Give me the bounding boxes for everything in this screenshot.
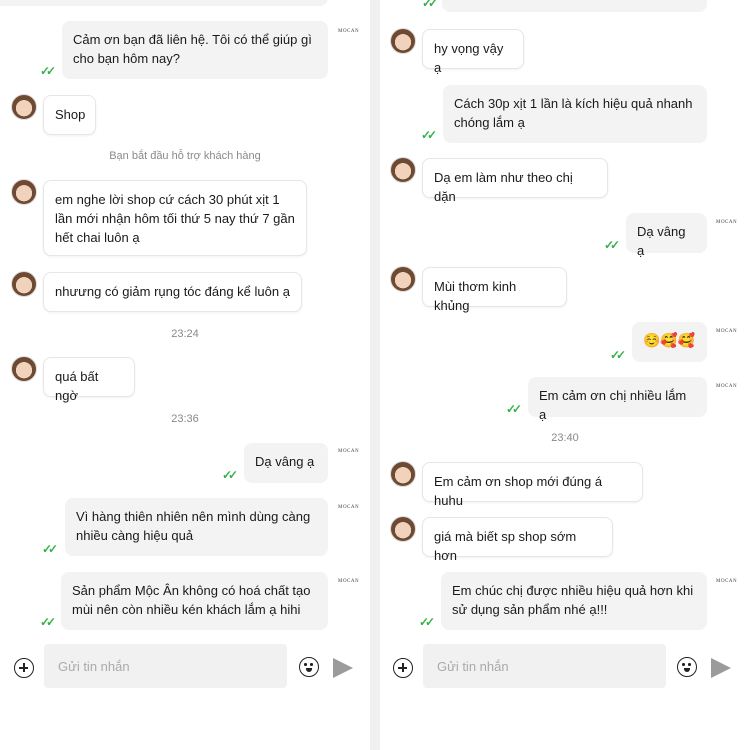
brand-mark: MOCAN <box>338 579 360 584</box>
read-check-icon: ✓✓ <box>422 0 438 10</box>
outgoing-bubble-partial <box>0 0 328 6</box>
outgoing-message: Vì hàng thiên nhiên nên mình dùng càng n… <box>65 498 328 556</box>
incoming-message: Dạ em làm như theo chị dặn <box>422 158 608 204</box>
plus-circle-icon[interactable] <box>14 658 34 678</box>
brand-mark: MOCAN <box>338 29 360 34</box>
read-check-icon: ✓✓ <box>610 348 626 362</box>
send-icon[interactable] <box>711 658 731 678</box>
emoji-icon[interactable] <box>677 657 697 677</box>
outgoing-message: Cách 30p xịt 1 lần là kích hiệu quả nhan… <box>443 85 707 143</box>
outgoing-message: Dạ vâng ạ <box>626 213 707 258</box>
outgoing-message: Em cảm ơn chị nhiều lắm ạ <box>528 377 707 422</box>
incoming-message: giá mà biết sp shop sớm hơn <box>422 517 613 563</box>
avatar <box>390 28 416 54</box>
outgoing-bubble-partial <box>442 0 707 12</box>
read-check-icon: ✓✓ <box>421 128 437 142</box>
chat-pane-left: Cảm ơn bạn đã liên hệ. Tôi có thể giúp g… <box>0 0 370 750</box>
avatar <box>390 516 416 542</box>
incoming-message: hy vọng vậy ạ <box>422 29 524 75</box>
system-notice: Bạn bắt đầu hỗ trợ khách hàng <box>109 150 261 162</box>
incoming-message: Shop <box>43 95 96 135</box>
message-input[interactable] <box>44 644 287 688</box>
outgoing-message: Sản phẩm Mộc Ân không có hoá chất tạo mù… <box>61 572 328 630</box>
plus-circle-icon[interactable] <box>393 658 413 678</box>
pane-divider <box>370 0 380 750</box>
incoming-message: quá bất ngờ <box>43 357 135 403</box>
incoming-message: em nghe lời shop cứ cách 30 phút xịt 1 l… <box>43 180 307 256</box>
read-check-icon: ✓✓ <box>40 615 56 629</box>
avatar <box>390 266 416 292</box>
chat-pane-right: ✓✓ hy vọng vậy ạ Cách 30p xịt 1 lần là k… <box>380 0 750 750</box>
outgoing-message: Em chúc chị được nhiều hiệu quả hơn khi … <box>441 572 707 630</box>
message-input[interactable] <box>423 644 666 688</box>
send-icon[interactable] <box>333 658 353 678</box>
avatar <box>390 461 416 487</box>
composer-bar <box>0 640 370 696</box>
incoming-message: Mùi thơm kinh khủng <box>422 267 567 313</box>
avatar <box>11 179 37 205</box>
avatar <box>11 94 37 120</box>
read-check-icon: ✓✓ <box>506 402 522 416</box>
brand-mark: MOCAN <box>338 449 360 454</box>
brand-mark: MOCAN <box>716 329 738 334</box>
emoji-icon[interactable] <box>299 657 319 677</box>
read-check-icon: ✓✓ <box>604 238 620 252</box>
read-check-icon: ✓✓ <box>42 542 58 556</box>
timestamp: 23:24 <box>171 328 199 340</box>
composer-bar <box>380 640 750 696</box>
read-check-icon: ✓✓ <box>40 64 56 78</box>
brand-mark: MOCAN <box>716 579 738 584</box>
outgoing-message: Cảm ơn bạn đã liên hệ. Tôi có thể giúp g… <box>62 21 328 79</box>
read-check-icon: ✓✓ <box>419 615 435 629</box>
avatar <box>390 157 416 183</box>
read-check-icon: ✓✓ <box>222 468 238 482</box>
incoming-message: nhưưng có giảm rụng tóc đáng kể luôn ạ <box>43 272 302 312</box>
avatar <box>11 271 37 297</box>
brand-mark: MOCAN <box>716 220 738 225</box>
brand-mark: MOCAN <box>338 505 360 510</box>
brand-mark: MOCAN <box>716 384 738 389</box>
outgoing-message: ☺️🥰🥰 <box>632 322 707 362</box>
outgoing-message: Dạ vâng ạ <box>244 443 328 483</box>
avatar <box>11 356 37 382</box>
timestamp: 23:36 <box>171 413 199 425</box>
incoming-message: Em cảm ơn shop mới đúng á huhu <box>422 462 643 508</box>
timestamp: 23:40 <box>551 432 579 444</box>
